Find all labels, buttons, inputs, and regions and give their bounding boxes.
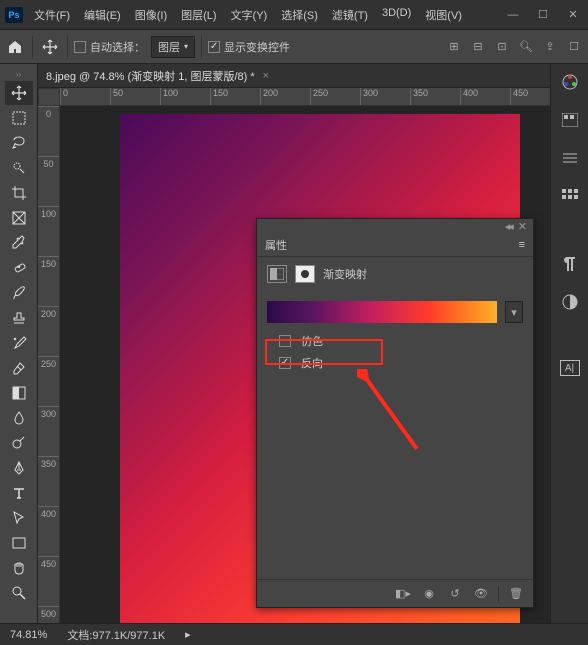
zoom-level[interactable]: 74.81% xyxy=(10,629,47,641)
ruler-origin[interactable] xyxy=(38,88,60,106)
menu-type[interactable]: 文字(Y) xyxy=(225,1,274,29)
gradient-dropdown[interactable]: ▾ xyxy=(505,301,523,323)
status-menu-icon[interactable]: ▸ xyxy=(185,628,191,641)
paragraph-panel-icon[interactable] xyxy=(558,254,582,274)
tools-expand[interactable]: ›› xyxy=(0,68,37,80)
move-tool[interactable] xyxy=(5,81,33,105)
workspace-icon[interactable]: ☐ xyxy=(564,37,584,57)
align-icon-1[interactable]: ⊞ xyxy=(444,37,464,57)
options-bar: 自动选择： 图层▾ 显示变换控件 ⊞ ⊟ ⊡ 🔍︎ ⇪ ☐ xyxy=(0,30,588,64)
healing-tool[interactable] xyxy=(5,256,33,280)
ruler-horizontal[interactable]: 050100150200250300350400450500 xyxy=(60,88,550,106)
swatches-panel-icon[interactable] xyxy=(558,110,582,130)
stamp-tool[interactable] xyxy=(5,306,33,330)
brush-tool[interactable] xyxy=(5,281,33,305)
reverse-label: 反向 xyxy=(301,355,323,371)
menubar: 文件(F) 编辑(E) 图像(I) 图层(L) 文字(Y) 选择(S) 滤镜(T… xyxy=(28,1,498,29)
panel-collapse-icon[interactable]: ◂◂ xyxy=(505,220,512,233)
show-transform-checkbox[interactable]: 显示变换控件 xyxy=(208,39,290,55)
tools-panel: ›› xyxy=(0,64,38,623)
share-icon[interactable]: ⇪ xyxy=(540,37,560,57)
marquee-tool[interactable] xyxy=(5,106,33,130)
dither-checkbox[interactable] xyxy=(279,335,291,347)
panel-menu-icon[interactable]: ≡ xyxy=(519,239,525,251)
panel-footer: ◧▸ ◉ ↺ 👁 🗑 xyxy=(257,579,533,607)
minimize-button[interactable]: — xyxy=(498,0,528,30)
adjustment-type-row: 渐变映射 xyxy=(267,265,523,283)
move-tool-icon[interactable] xyxy=(39,36,61,58)
gradient-tool[interactable] xyxy=(5,381,33,405)
close-button[interactable]: ✕ xyxy=(558,0,588,30)
hand-tool[interactable] xyxy=(5,556,33,580)
glyphs-panel-icon[interactable]: A| xyxy=(560,360,580,376)
character-panel-icon[interactable] xyxy=(558,292,582,312)
menu-image[interactable]: 图像(I) xyxy=(129,1,173,29)
home-icon[interactable] xyxy=(4,36,26,58)
menu-layer[interactable]: 图层(L) xyxy=(175,1,222,29)
gradient-map-icon xyxy=(267,265,287,283)
titlebar: Ps 文件(F) 编辑(E) 图像(I) 图层(L) 文字(Y) 选择(S) 滤… xyxy=(0,0,588,30)
reset-icon[interactable]: ↺ xyxy=(446,585,464,603)
ruler-vertical[interactable]: 050100150200250300350400450500550600 xyxy=(38,106,60,623)
statusbar: 74.81% 文档:977.1K/977.1K ▸ xyxy=(0,623,588,645)
align-icon-3[interactable]: ⊡ xyxy=(492,37,512,57)
align-icon-2[interactable]: ⊟ xyxy=(468,37,488,57)
menu-filter[interactable]: 滤镜(T) xyxy=(326,1,374,29)
maximize-button[interactable]: ☐ xyxy=(528,0,558,30)
dodge-tool[interactable] xyxy=(5,431,33,455)
properties-tab[interactable]: 属性 xyxy=(265,237,287,253)
menu-edit[interactable]: 编辑(E) xyxy=(78,1,127,29)
libraries-panel-icon[interactable] xyxy=(558,148,582,168)
delete-icon[interactable]: 🗑 xyxy=(507,585,525,603)
menu-select[interactable]: 选择(S) xyxy=(275,1,324,29)
quick-select-tool[interactable] xyxy=(5,156,33,180)
annotation-arrow xyxy=(357,369,427,459)
properties-panel: ◂◂ ✕ 属性 ≡ 渐变映射 ▾ 仿色 反向 ◧▸ ◉ ↺ 👁 🗑 xyxy=(256,218,534,608)
window-controls: — ☐ ✕ xyxy=(498,0,588,30)
path-select-tool[interactable] xyxy=(5,506,33,530)
gradient-preview[interactable] xyxy=(267,301,497,323)
reverse-checkbox[interactable] xyxy=(279,357,291,369)
lasso-tool[interactable] xyxy=(5,131,33,155)
type-tool[interactable] xyxy=(5,481,33,505)
zoom-tool[interactable] xyxy=(5,581,33,605)
menu-view[interactable]: 视图(V) xyxy=(419,1,468,29)
eyedropper-tool[interactable] xyxy=(5,231,33,255)
toggle-visibility-icon[interactable]: 👁 xyxy=(472,585,490,603)
frame-tool[interactable] xyxy=(5,206,33,230)
clip-to-layer-icon[interactable]: ◧▸ xyxy=(394,585,412,603)
adjustment-label: 渐变映射 xyxy=(323,266,367,282)
panel-close-icon[interactable]: ✕ xyxy=(518,220,527,233)
menu-file[interactable]: 文件(F) xyxy=(28,1,76,29)
document-tab[interactable]: 8.jpeg @ 74.8% (渐变映射 1, 图层蒙版/8) *× xyxy=(38,64,550,88)
shape-tool[interactable] xyxy=(5,531,33,555)
eraser-tool[interactable] xyxy=(5,356,33,380)
menu-3d[interactable]: 3D(D) xyxy=(376,1,417,29)
autoselect-target-select[interactable]: 图层▾ xyxy=(151,36,195,58)
mask-icon[interactable] xyxy=(295,265,315,283)
search-icon[interactable]: 🔍︎ xyxy=(516,37,536,57)
autoselect-checkbox[interactable]: 自动选择： xyxy=(74,39,145,55)
dither-label: 仿色 xyxy=(301,333,323,349)
color-panel-icon[interactable] xyxy=(558,72,582,92)
pen-tool[interactable] xyxy=(5,456,33,480)
crop-tool[interactable] xyxy=(5,181,33,205)
adjustments-panel-icon[interactable] xyxy=(558,186,582,206)
doc-info[interactable]: 文档:977.1K/977.1K xyxy=(67,627,165,643)
app-logo: Ps xyxy=(0,0,28,30)
history-brush-tool[interactable] xyxy=(5,331,33,355)
blur-tool[interactable] xyxy=(5,406,33,430)
right-dock: A| xyxy=(550,64,588,623)
close-tab-icon[interactable]: × xyxy=(263,70,269,82)
view-previous-icon[interactable]: ◉ xyxy=(420,585,438,603)
